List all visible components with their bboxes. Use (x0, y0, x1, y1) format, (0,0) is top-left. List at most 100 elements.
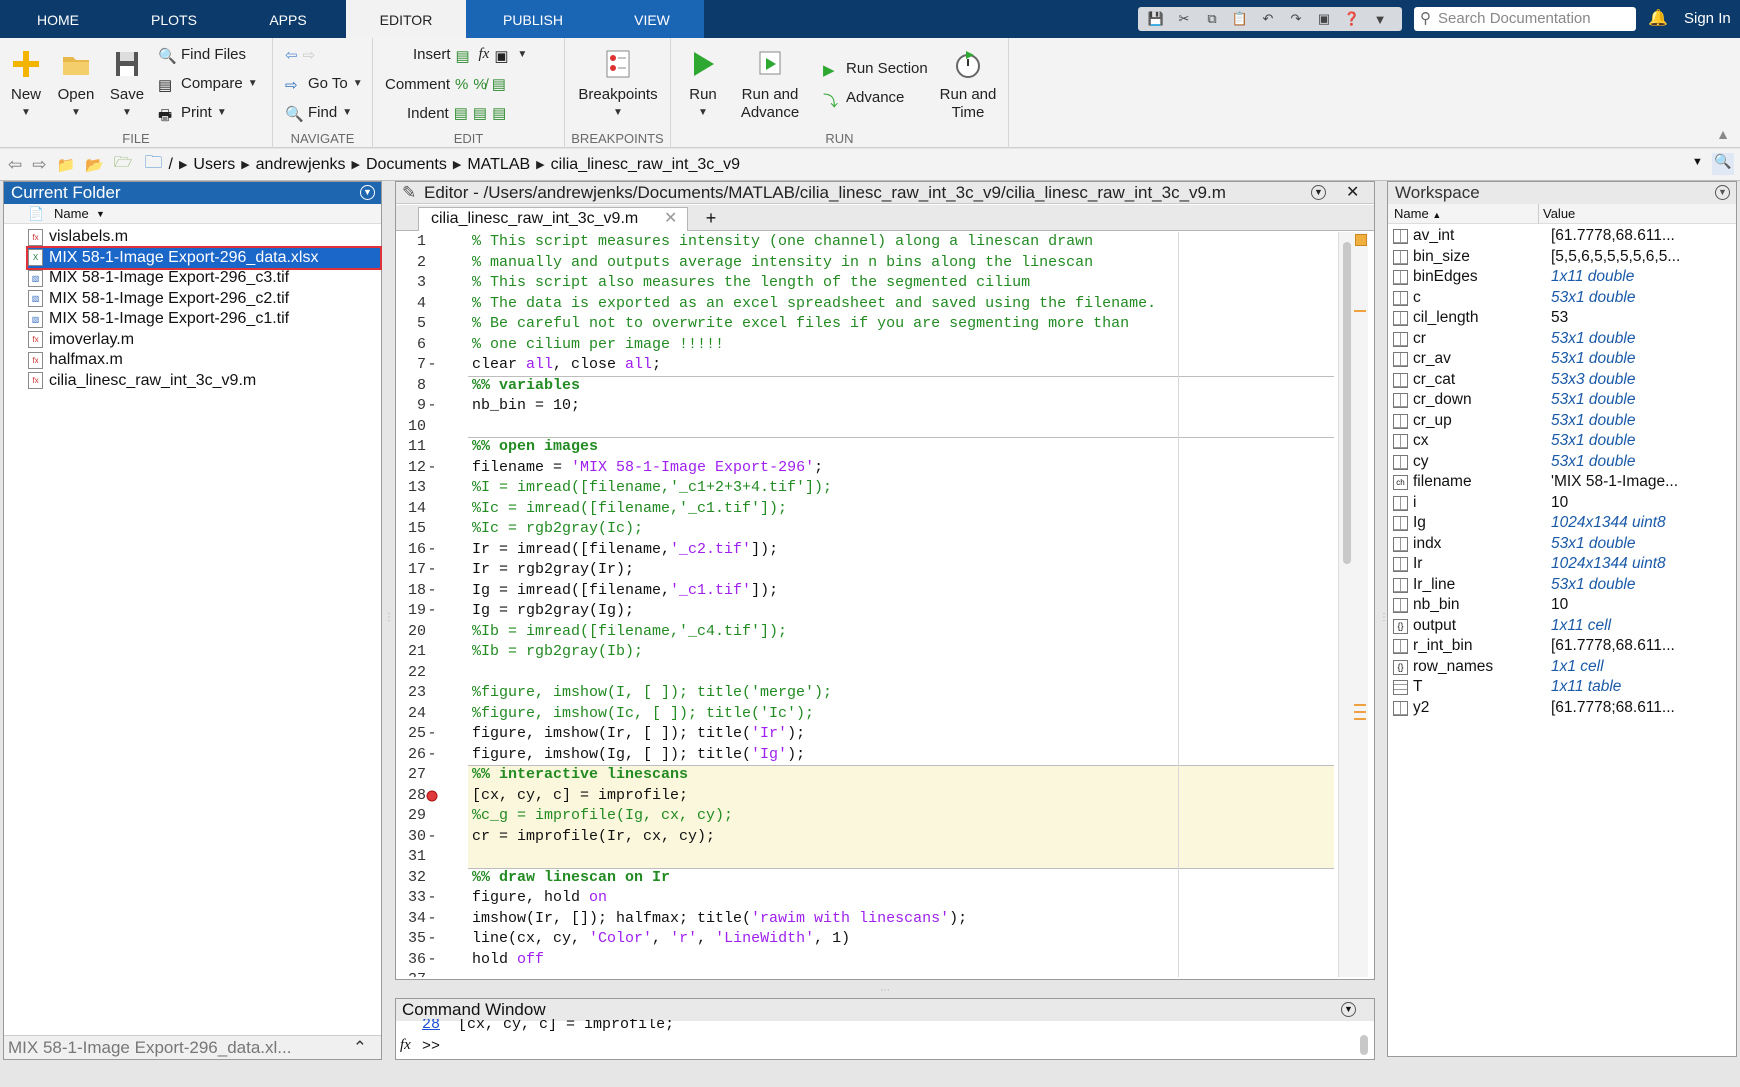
expand-details-icon[interactable]: ⌃ (353, 1036, 367, 1060)
save-icon[interactable]: 💾 (1144, 9, 1168, 29)
tab-publish[interactable]: PUBLISH (466, 0, 600, 38)
code-line[interactable]: 37 (396, 970, 1336, 977)
command-scrollbar[interactable] (1360, 1035, 1368, 1055)
line-number[interactable]: 16 (396, 540, 426, 561)
indent-button[interactable]: Indent ▤ ▤ ▤ (407, 104, 506, 123)
breadcrumb-project[interactable]: cilia_linesc_raw_int_3c_v9 (551, 156, 740, 174)
up-folder-icon[interactable]: 📁 (57, 156, 76, 174)
close-icon[interactable]: ✕ (1346, 182, 1359, 204)
fx-icon[interactable]: fx (479, 46, 490, 63)
file-item[interactable]: X MIX 58-1-Image Export-296_data.xlsx (26, 245, 382, 270)
variable-row[interactable]: ch filename 'MIX 58-1-Image... (1388, 472, 1736, 493)
back-icon[interactable]: ⇦ (8, 155, 22, 175)
switch-windows-icon[interactable]: ▣ (1312, 9, 1336, 29)
compare-button[interactable]: ▤ Compare ▼ (158, 75, 258, 94)
find-button[interactable]: 🔍 Find ▼ (285, 104, 352, 123)
line-number[interactable]: 8 (396, 376, 426, 397)
comment-button[interactable]: Comment% %̸ ▤ (385, 75, 506, 94)
code-line[interactable]: 28 [cx, cy, c] = improfile; (396, 785, 1336, 806)
line-number[interactable]: 37 (396, 970, 426, 977)
breadcrumb-root[interactable]: / (168, 156, 172, 174)
run-and-advance-button[interactable]: Run and Advance (735, 48, 805, 122)
code-line[interactable]: 7- clear all, close all; (396, 355, 1336, 376)
code-line[interactable]: 36- hold off (396, 949, 1336, 971)
details-bar[interactable]: MIX 58-1-Image Export-296_data.xl... ⌃ (4, 1035, 381, 1059)
line-number[interactable]: 31 (396, 847, 426, 868)
redo-icon[interactable]: ↷ (1284, 9, 1308, 29)
breakpoint-slot[interactable]: - (426, 827, 438, 848)
variable-row[interactable]: Ig 1024x1344 uint8 (1388, 513, 1736, 534)
variable-row[interactable]: bin_size [5,5,6,5,5,5,5,6,5... (1388, 247, 1736, 268)
variable-row[interactable]: {} output 1x11 cell (1388, 616, 1736, 637)
breakpoint-slot[interactable]: - (426, 601, 438, 622)
line-number[interactable]: 6 (396, 335, 426, 356)
line-number[interactable]: 23 (396, 683, 426, 704)
tab-plots[interactable]: PLOTS (116, 0, 232, 38)
line-number[interactable]: 35 (396, 929, 426, 950)
code-line[interactable]: 24 %figure, imshow(Ic, [ ]); title('Ic'); (396, 703, 1336, 724)
collapse-toolstrip-icon[interactable]: ▲ (1716, 126, 1730, 142)
code-line[interactable]: 26- figure, imshow(Ig, [ ]); title('Ig'); (396, 744, 1336, 765)
breakpoint-slot[interactable]: - (426, 950, 438, 971)
code-line[interactable]: 21 %Ib = rgb2gray(Ib); (396, 642, 1336, 663)
code-line[interactable]: 20 %Ib = imread([filename,'_c4.tif']); (396, 621, 1336, 642)
sign-in-link[interactable]: Sign In (1684, 10, 1731, 27)
breakpoints-button[interactable]: Breakpoints ▼ (575, 48, 661, 122)
find-files-button[interactable]: 🔍 Find Files (158, 46, 246, 65)
file-item[interactable]: fx halfmax.m (28, 350, 380, 370)
line-number[interactable]: 36 (396, 950, 426, 971)
line-number[interactable]: 27 (396, 765, 426, 786)
tab-editor[interactable]: EDITOR (346, 0, 466, 38)
line-number[interactable]: 3 (396, 273, 426, 294)
variable-row[interactable]: y2 [61.7778;68.611... (1388, 698, 1736, 719)
variable-row[interactable]: {} row_names 1x1 cell (1388, 657, 1736, 678)
advance-button[interactable]: ⤵ Advance (823, 89, 904, 110)
tab-apps[interactable]: APPS (232, 0, 344, 38)
recent-folder-icon[interactable]: 🗁 (114, 152, 133, 177)
line-number[interactable]: 1 (396, 232, 426, 253)
breakpoint-slot[interactable]: - (426, 540, 438, 561)
decrease-indent-icon[interactable]: ▤ (492, 104, 506, 122)
code-line[interactable]: 18- Ig = imread([filename,'_c1.tif']); (396, 580, 1336, 601)
code-line[interactable]: 13 %I = imread([filename,'_c1+2+3+4.tif']… (396, 478, 1336, 499)
close-tab-icon[interactable]: ✕ (664, 208, 677, 230)
code-line[interactable]: 29 %c_g = improfile(Ig, cx, cy); (396, 806, 1336, 827)
splitter-handle[interactable]: ⋮ (1379, 612, 1389, 623)
print-button[interactable]: 🖶 Print ▼ (158, 104, 227, 124)
cut-icon[interactable]: ✂ (1172, 9, 1196, 29)
line-number[interactable]: 10 (396, 417, 426, 438)
code-line[interactable]: 35- line(cx, cy, 'Color', 'r', 'LineWidth… (396, 929, 1336, 950)
breakpoint-icon[interactable] (426, 790, 438, 805)
variable-row[interactable]: Ir 1024x1344 uint8 (1388, 554, 1736, 575)
variable-row[interactable]: av_int [61.7778,68.611... (1388, 226, 1736, 247)
line-number[interactable]: 32 (396, 868, 426, 889)
code-line[interactable]: 12- filename = 'MIX 58-1-Image Export-296… (396, 457, 1336, 479)
code-line[interactable]: 15 %Ic = rgb2gray(Ic); (396, 519, 1336, 540)
forward-arrow-icon[interactable]: ⇨ (303, 46, 316, 64)
wrap-comment-icon[interactable]: ▤ (492, 75, 506, 93)
editor-actions-icon[interactable]: ▼ (1311, 185, 1326, 200)
variable-row[interactable]: i 10 (1388, 493, 1736, 514)
code-line[interactable]: 10 (396, 416, 1336, 438)
dropdown-icon[interactable]: ▼ (1368, 9, 1392, 29)
warning-marker[interactable] (1354, 718, 1366, 720)
code-line[interactable]: 14 %Ic = imread([filename,'_c1.tif']); (396, 498, 1336, 520)
code-line[interactable]: 33- figure, hold on (396, 888, 1336, 909)
line-number[interactable]: 14 (396, 499, 426, 520)
breakpoint-slot[interactable]: - (426, 458, 438, 479)
code-line[interactable]: 5 % Be careful not to overwrite excel fil… (396, 314, 1336, 335)
panel-actions-icon[interactable]: ▼ (360, 185, 375, 200)
breakpoint-slot[interactable]: - (426, 888, 438, 909)
code-line[interactable]: 27 %% interactive linescans (396, 765, 1336, 786)
line-number[interactable]: 9 (396, 396, 426, 417)
output-line-link[interactable]: 28 (422, 1019, 440, 1033)
variable-row[interactable]: cr 53x1 double (1388, 329, 1736, 350)
variable-row[interactable]: T 1x11 table (1388, 677, 1736, 698)
variable-row[interactable]: cr_down 53x1 double (1388, 390, 1736, 411)
file-item[interactable]: fx vislabels.m (28, 227, 380, 247)
browse-folder-icon[interactable]: 📂 (85, 156, 104, 174)
workspace-actions-icon[interactable]: ▼ (1715, 185, 1730, 200)
back-arrow-icon[interactable]: ⇦ (285, 46, 298, 64)
new-tab-icon[interactable]: + (696, 207, 726, 229)
breakpoint-slot[interactable]: - (426, 355, 438, 376)
